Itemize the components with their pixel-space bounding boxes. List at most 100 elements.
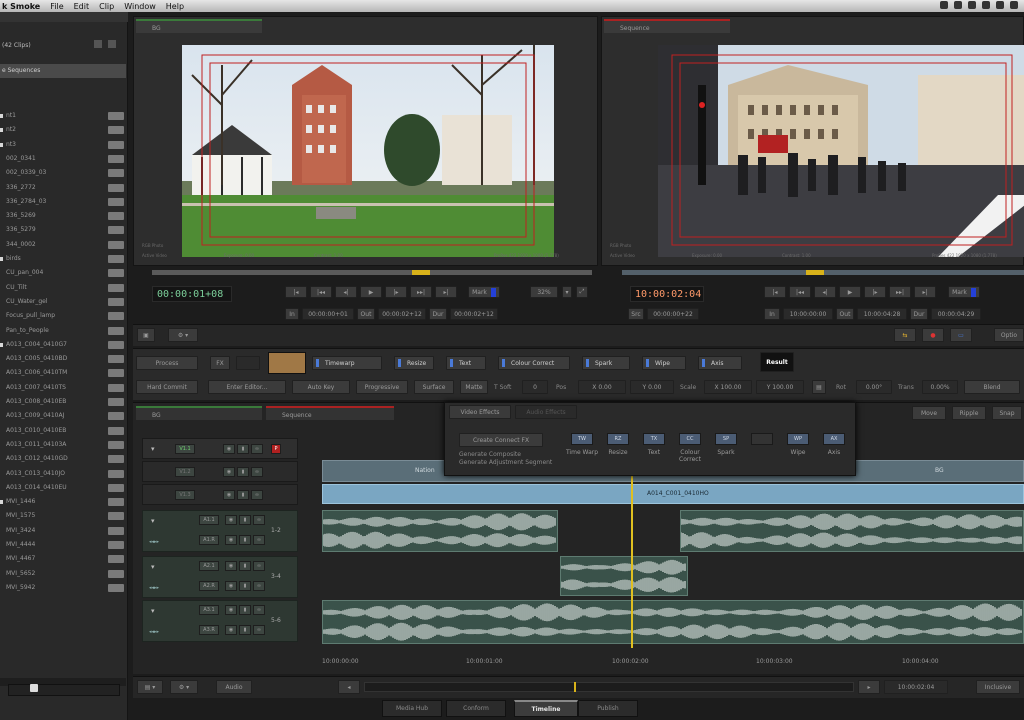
effect-spark-icon[interactable]: SP <box>715 433 737 445</box>
source-in-button[interactable]: In <box>285 308 299 320</box>
effect-resize-icon[interactable]: RZ <box>607 433 629 445</box>
trans-input[interactable]: 0.00% <box>922 380 958 394</box>
record-dur-timecode[interactable]: 00:00:04:29 <box>931 308 981 320</box>
fx-node-timewarp[interactable]: Timewarp <box>312 356 382 370</box>
library-clip-item[interactable]: Focus_pull_lamp <box>0 310 126 322</box>
track-mute-icon[interactable]: ◉ <box>225 561 237 571</box>
library-clip-item[interactable]: 002_0339_03 <box>0 167 126 179</box>
track-lock-icon[interactable]: ▮ <box>239 561 251 571</box>
record-timecode[interactable]: 10:00:02:04 <box>630 286 704 302</box>
library-clip-item[interactable]: A013_C010_0410EB <box>0 425 126 437</box>
track-link-icon[interactable]: ∞ <box>251 467 263 477</box>
track-link-icon[interactable]: ∞ <box>251 490 263 500</box>
result-node[interactable]: Result <box>760 352 794 372</box>
library-clip-item[interactable]: 336_5269 <box>0 210 126 222</box>
viewer-swap-icon[interactable]: ⇆ <box>894 328 916 342</box>
library-sequences-folder[interactable]: e Sequences <box>0 64 126 78</box>
effect-colour-correct-icon[interactable]: CC <box>679 433 701 445</box>
record-play-button[interactable]: ▶ <box>839 286 861 298</box>
menu-window[interactable]: Window <box>124 2 156 11</box>
source-dur-timecode[interactable]: 00:00:02+12 <box>450 308 498 320</box>
track-lock-icon[interactable]: ▮ <box>237 444 249 454</box>
library-clip-item[interactable]: A013_C009_0410AJ <box>0 410 126 422</box>
video-track-id[interactable]: V1.2 <box>175 467 195 477</box>
library-options-icon[interactable] <box>108 40 116 48</box>
viewer-settings-select[interactable]: ⚙ ▾ <box>168 328 198 342</box>
record-go-start-button[interactable]: |◂ <box>764 286 786 298</box>
track-lock-icon[interactable]: ▮ <box>239 625 251 635</box>
source-fit-icon[interactable]: ⤢ <box>576 286 588 298</box>
source-dur-button[interactable]: Dur <box>429 308 447 320</box>
library-clip-item[interactable]: nt1 <box>0 110 126 122</box>
library-clip-item[interactable]: MVI_5942 <box>0 582 126 594</box>
source-out-timecode[interactable]: 00:00:02+12 <box>378 308 426 320</box>
menu-help[interactable]: Help <box>166 2 184 11</box>
bottom-tab-publish[interactable]: Publish <box>578 700 638 717</box>
source-zoom-select[interactable]: 32% <box>530 286 558 298</box>
rot-input[interactable]: 0.00° <box>856 380 892 394</box>
library-clip-item[interactable]: A013_C012_0410GD <box>0 453 126 465</box>
library-clip-item[interactable]: 336_2784_03 <box>0 196 126 208</box>
track-link-icon[interactable]: ∞ <box>253 581 265 591</box>
timeline-position-timecode[interactable]: 10:00:02:04 <box>884 680 948 694</box>
library-clip-item[interactable]: A013_C014_0410EU <box>0 482 126 494</box>
effect-empty-icon[interactable] <box>751 433 773 445</box>
track-mute-icon[interactable]: ◉ <box>225 515 237 525</box>
timeline-settings-select[interactable]: ⚙ ▾ <box>170 680 198 694</box>
volume-icon[interactable] <box>996 1 1004 9</box>
track-eye-icon[interactable]: ◉ <box>223 444 235 454</box>
ripple-button[interactable]: Ripple <box>952 406 986 420</box>
record-go-end-button[interactable]: ▸| <box>914 286 936 298</box>
record-out-button[interactable]: Out <box>836 308 854 320</box>
audio-clip-a1-left[interactable] <box>322 510 558 552</box>
time-machine-icon[interactable] <box>954 1 962 9</box>
tab-audio-effects[interactable]: Audio Effects <box>515 405 577 419</box>
record-in-button[interactable]: In <box>764 308 780 320</box>
source-timecode[interactable]: 00:00:01+08 <box>152 286 232 302</box>
audio-channel-id[interactable]: A2.R <box>199 581 219 591</box>
track-expand-icon[interactable]: ▾ <box>151 517 155 525</box>
inclusive-dropdown[interactable]: Inclusive <box>976 680 1020 694</box>
library-clip-item[interactable]: A013_C005_0410BD <box>0 353 126 365</box>
record-mark-button[interactable]: Mark <box>948 286 980 298</box>
fx-node-spark[interactable]: Spark <box>582 356 630 370</box>
fx-node-enable-icon[interactable] <box>450 359 453 367</box>
track-lock-icon[interactable]: ▮ <box>237 490 249 500</box>
record-in-timecode[interactable]: 10:00:00:00 <box>783 308 833 320</box>
library-clip-item[interactable]: A013_C004_0410G7 <box>0 339 126 351</box>
fx-blank-slot[interactable] <box>236 356 260 370</box>
track-lock-icon[interactable]: ▮ <box>239 581 251 591</box>
library-clip-item[interactable]: A013_C013_0410JO <box>0 468 126 480</box>
track-mute-icon[interactable]: ◉ <box>225 625 237 635</box>
timeline-scrollbar[interactable] <box>364 682 854 692</box>
source-go-end-button[interactable]: ▸| <box>435 286 457 298</box>
blend-dropdown[interactable]: Blend <box>964 380 1020 394</box>
library-clip-item[interactable]: Pan_to_People <box>0 325 126 337</box>
timeline-scroll-right[interactable]: ▸ <box>858 680 880 694</box>
library-clip-item[interactable]: A013_C007_0410TS <box>0 382 126 394</box>
video-clip-v11[interactable]: A014_C001_0410HO <box>322 484 1024 504</box>
tab-sequence[interactable]: Sequence <box>604 19 730 33</box>
track-expand-icon[interactable]: ▾ <box>151 607 155 615</box>
video-track-id[interactable]: V1.3 <box>175 490 195 500</box>
audio-channel-id[interactable]: A2.1 <box>199 561 219 571</box>
audio-clip-a2[interactable] <box>560 556 688 596</box>
app-menu[interactable]: k Smoke <box>2 2 40 11</box>
library-clip-item[interactable]: CU_Tilt <box>0 282 126 294</box>
track-eye-icon[interactable]: ◉ <box>223 490 235 500</box>
source-thumbnail[interactable] <box>268 352 306 374</box>
source-next-edit-button[interactable]: ▸▸| <box>410 286 432 298</box>
library-clip-item[interactable]: 002_0341 <box>0 153 126 165</box>
audio-channel-id[interactable]: A3.R <box>199 625 219 635</box>
process-dropdown[interactable]: Process <box>136 356 198 370</box>
library-clip-item[interactable]: MVI_4444 <box>0 539 126 551</box>
library-clip-item[interactable]: MVI_1446 <box>0 496 126 508</box>
options-button[interactable]: Optio <box>994 328 1024 342</box>
record-step-back-button[interactable]: ◂| <box>814 286 836 298</box>
track-mute-icon[interactable]: ◉ <box>225 605 237 615</box>
timeline-view-icon[interactable]: ▤ ▾ <box>137 680 163 694</box>
snap-button[interactable]: Snap <box>992 406 1022 420</box>
library-clip-item[interactable]: birds <box>0 253 126 265</box>
source-step-back-button[interactable]: ◂| <box>335 286 357 298</box>
library-clip-item[interactable]: 336_2772 <box>0 182 126 194</box>
